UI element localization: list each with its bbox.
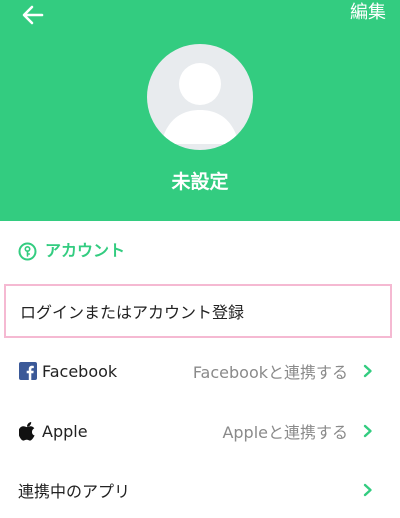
profile-header: 編集 未設定 <box>0 0 400 221</box>
facebook-link-status: Facebookと連携する <box>192 363 348 382</box>
account-section-header: アカウント <box>18 238 125 264</box>
apple-link-row[interactable]: Apple Appleと連携する <box>0 403 400 459</box>
profile-name: 未設定 <box>171 171 229 193</box>
key-icon <box>18 242 37 260</box>
apple-link-status: Appleと連携する <box>222 423 348 442</box>
chevron-right-icon <box>362 423 374 439</box>
edit-button[interactable]: 編集 <box>350 0 386 26</box>
apple-label: Apple <box>42 421 88 441</box>
linked-apps-row[interactable]: 連携中のアプリ <box>0 462 400 518</box>
login-label: ログインまたはアカウント登録 <box>20 303 245 322</box>
facebook-label: Facebook <box>42 361 118 381</box>
chevron-right-icon <box>362 363 374 379</box>
facebook-icon <box>18 361 38 381</box>
avatar <box>147 44 253 150</box>
linked-apps-label: 連携中のアプリ <box>18 482 131 501</box>
user-placeholder-icon <box>161 63 239 144</box>
arrow-left-icon <box>22 5 44 25</box>
section-title: アカウント <box>45 241 126 260</box>
chevron-right-icon <box>362 482 374 498</box>
login-or-register-button[interactable]: ログインまたはアカウント登録 <box>4 284 392 338</box>
apple-icon <box>18 421 38 441</box>
back-button[interactable] <box>18 0 48 30</box>
facebook-link-row[interactable]: Facebook Facebookと連携する <box>0 343 400 399</box>
